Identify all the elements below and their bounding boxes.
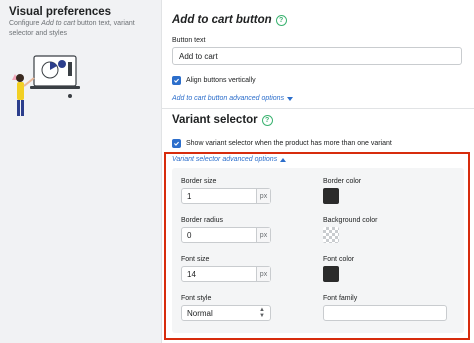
background-color-swatch[interactable]	[323, 227, 339, 243]
font-family-label: Font family	[323, 295, 358, 302]
align-vertically-label: Align buttons vertically	[186, 77, 256, 84]
font-size-label: Font size	[181, 256, 210, 263]
font-style-label: Font style	[181, 295, 212, 302]
border-size-input[interactable]: 1 px	[181, 188, 271, 204]
border-color-swatch[interactable]	[323, 188, 339, 204]
font-style-select[interactable]: Normal ▲ ▼	[181, 305, 271, 321]
font-color-swatch[interactable]	[323, 266, 339, 282]
caret-up-icon	[280, 157, 287, 162]
section-title: Visual preferences	[9, 6, 112, 18]
font-family-input[interactable]	[323, 305, 447, 321]
button-text-input[interactable]: Add to cart	[172, 47, 462, 65]
unit-suffix: px	[256, 189, 270, 203]
checkbox-checked-icon[interactable]	[172, 139, 181, 148]
divider	[162, 108, 474, 109]
add-to-cart-section-title: Add to cart button ?	[172, 14, 287, 26]
show-variant-label: Show variant selector when the product h…	[186, 140, 392, 147]
border-color-label: Border color	[323, 178, 362, 185]
border-size-label: Border size	[181, 178, 217, 185]
border-radius-input[interactable]: 0 px	[181, 227, 271, 243]
checkbox-checked-icon[interactable]	[172, 76, 181, 85]
illustration-icon	[12, 55, 80, 116]
help-icon[interactable]: ?	[275, 14, 287, 26]
add-to-cart-advanced-link[interactable]: Add to cart button advanced options	[172, 95, 294, 102]
button-text-label: Button text	[172, 37, 206, 44]
settings-card: Add to cart button ? Button text Add to …	[161, 0, 474, 343]
unit-suffix: px	[256, 267, 270, 281]
font-color-label: Font color	[323, 256, 355, 263]
border-radius-label: Border radius	[181, 217, 224, 224]
show-variant-row[interactable]: Show variant selector when the product h…	[172, 139, 392, 148]
left-column: Visual preferences Configure Add to cart…	[0, 0, 160, 343]
unit-suffix: px	[256, 228, 270, 242]
background-color-label: Background color	[323, 217, 378, 224]
caret-down-icon	[287, 96, 294, 101]
variant-advanced-link[interactable]: Variant selector advanced options	[172, 156, 287, 163]
section-description: Configure Add to cart button text, varia…	[9, 20, 135, 37]
font-size-input[interactable]: 14 px	[181, 266, 271, 282]
select-arrows-icon: ▲ ▼	[259, 307, 265, 319]
variant-section-title: Variant selector ?	[172, 114, 273, 126]
help-icon[interactable]: ?	[261, 114, 273, 126]
align-vertically-row[interactable]: Align buttons vertically	[172, 76, 256, 85]
